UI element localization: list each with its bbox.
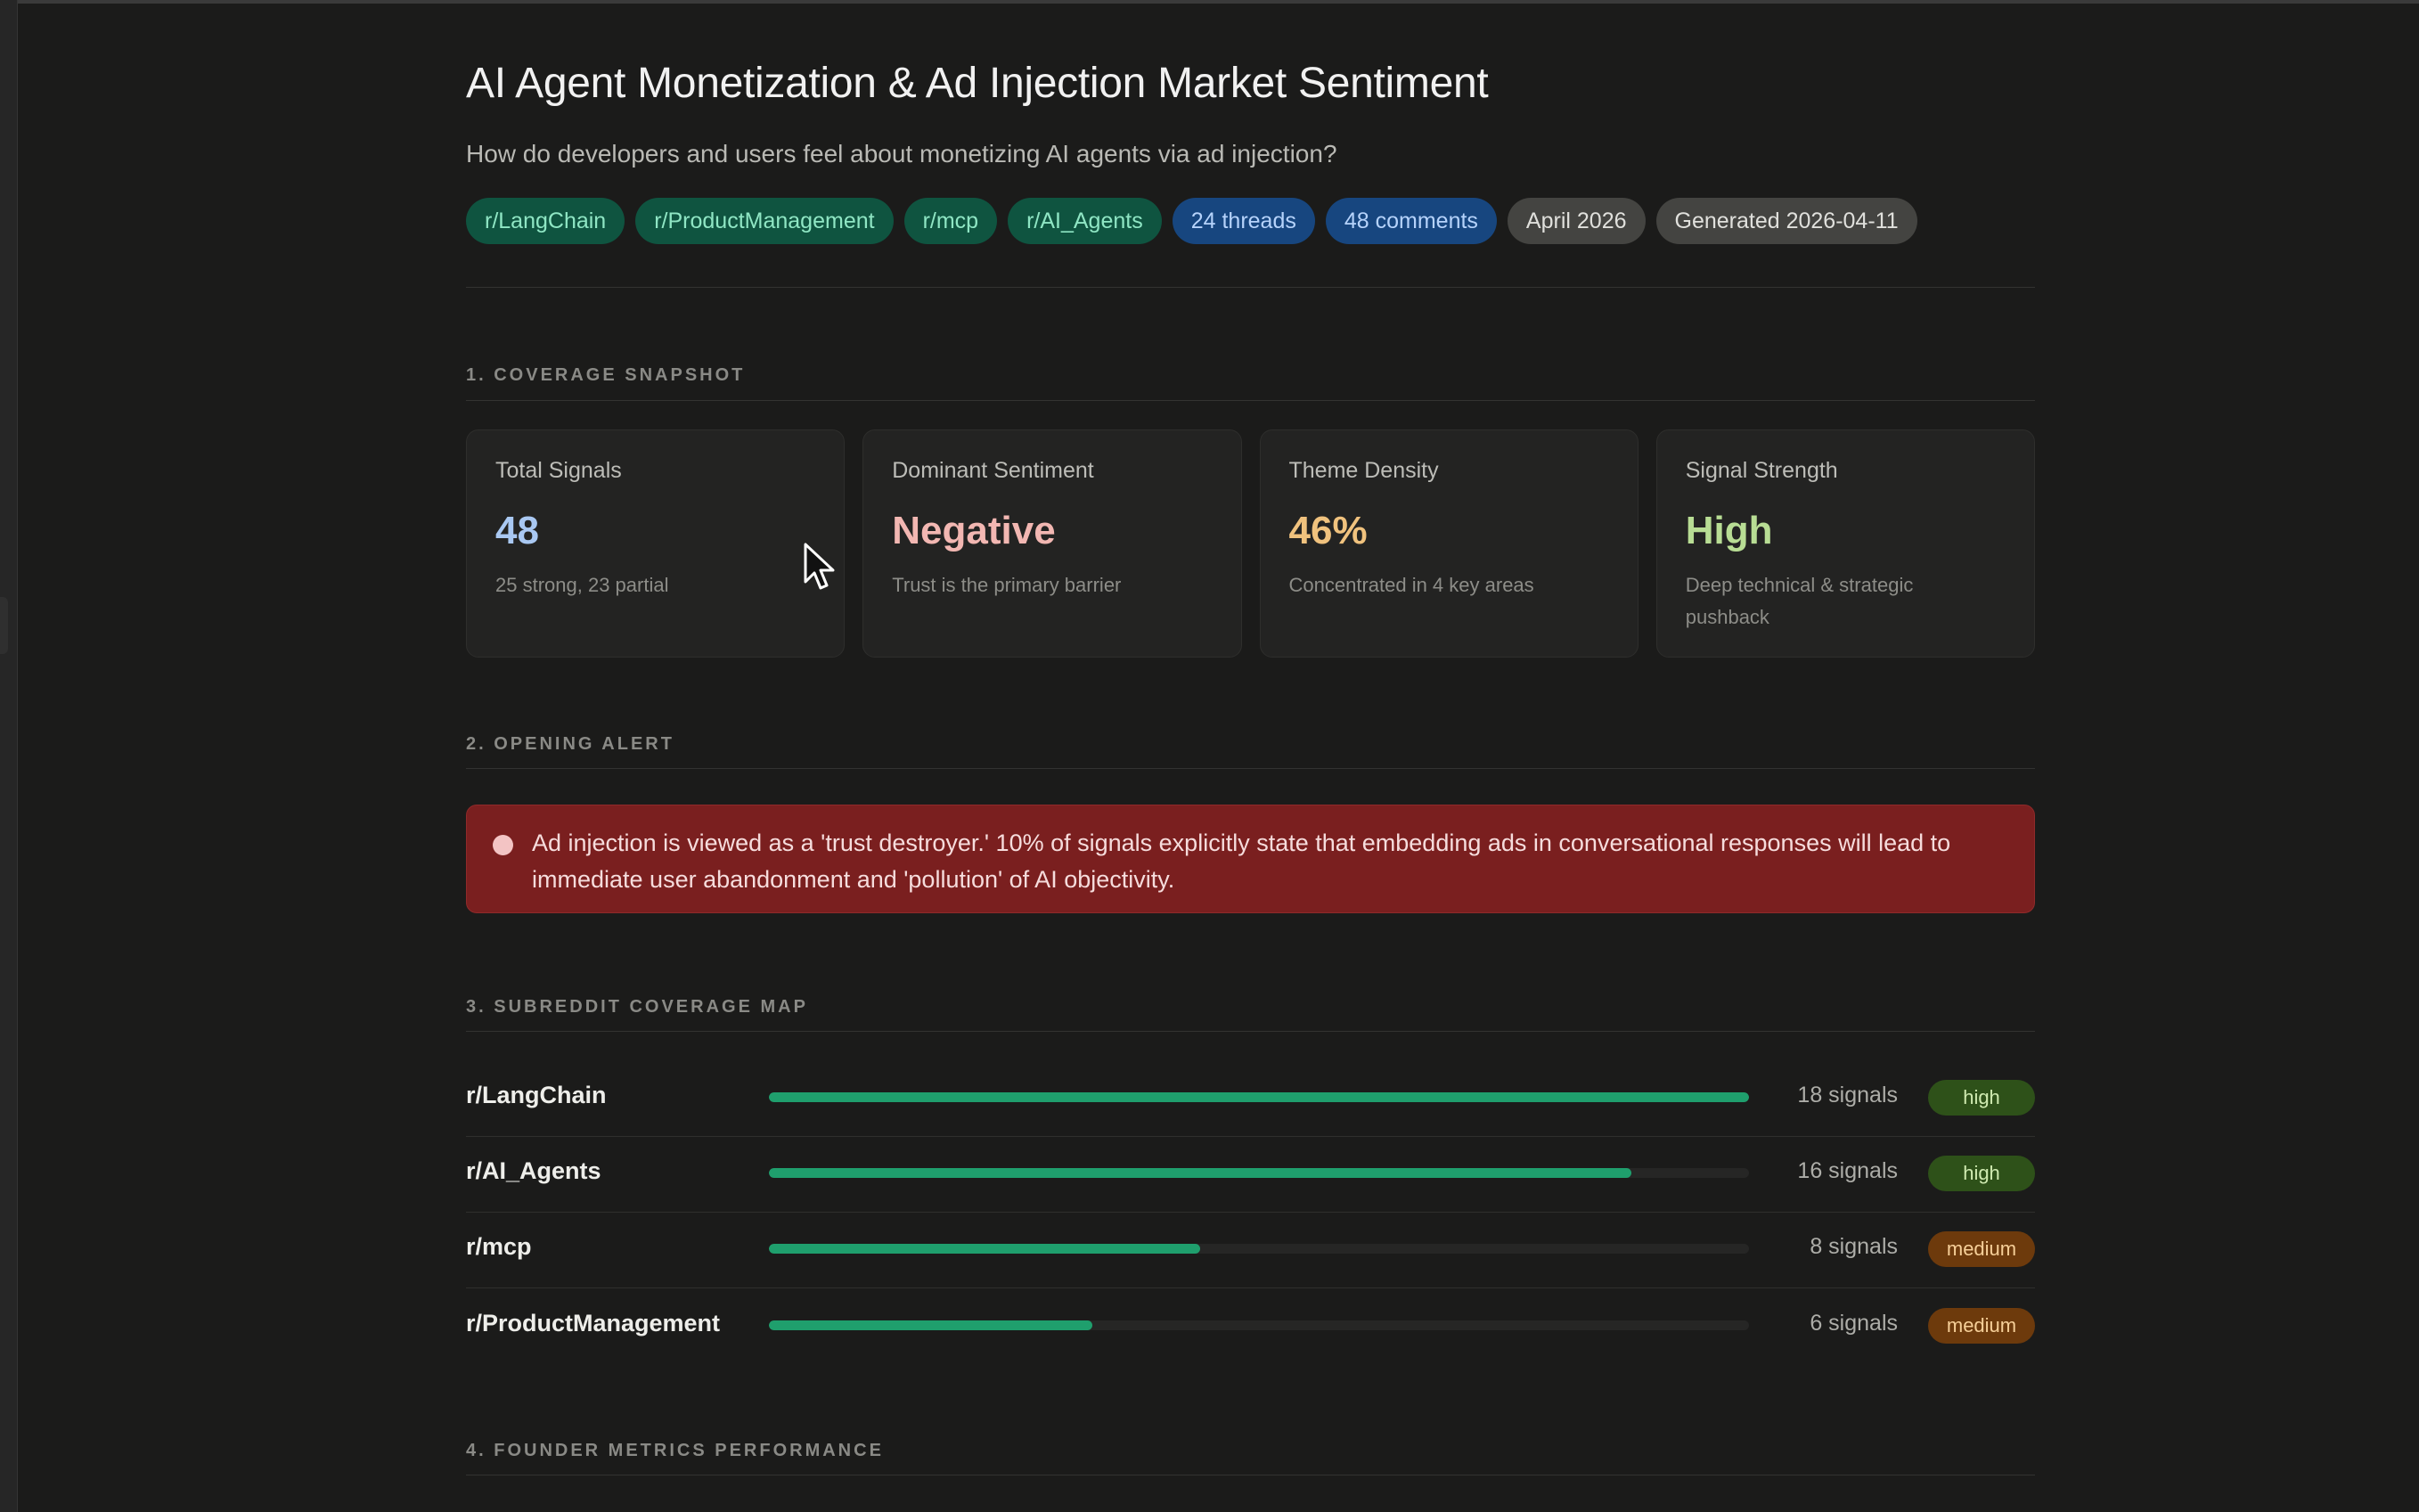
coverage-row-mcp: r/mcp 8 signals medium xyxy=(466,1212,2035,1288)
card-theme-density: Theme Density 46% Concentrated in 4 key … xyxy=(1259,429,1639,658)
card-subtext: Concentrated in 4 key areas xyxy=(1288,574,1534,596)
coverage-level-badge: high xyxy=(1928,1080,2035,1116)
card-label: Theme Density xyxy=(1288,458,1439,483)
card-signal-strength: Signal Strength High Deep technical & st… xyxy=(1655,429,2035,658)
snapshot-cards: Total Signals 48 25 strong, 23 partial D… xyxy=(466,429,2035,658)
alert-text: Ad injection is viewed as a 'trust destr… xyxy=(532,830,1951,893)
alert-dot-icon xyxy=(493,835,513,855)
section-title-opening-alert: 2. OPENING ALERT xyxy=(466,734,674,754)
coverage-level-badge: medium xyxy=(1928,1308,2035,1344)
coverage-signal-count: 18 signals xyxy=(1797,1083,1898,1107)
tag-period: April 2026 xyxy=(1507,198,1646,244)
coverage-bar-track xyxy=(769,1320,1749,1330)
mouse-cursor-icon xyxy=(804,543,835,590)
card-subtext: 25 strong, 23 partial xyxy=(495,574,669,596)
tag-subreddit-ai-agents: r/AI_Agents xyxy=(1008,198,1162,244)
section-title-founder-metrics: 4. FOUNDER METRICS PERFORMANCE xyxy=(466,1441,884,1460)
section-title-subreddit-coverage-map: 3. SUBREDDIT COVERAGE MAP xyxy=(466,997,808,1017)
section-divider xyxy=(466,1031,2035,1032)
tag-thread-count: 24 threads xyxy=(1172,198,1315,244)
card-value: High xyxy=(1685,509,1773,552)
coverage-row-langchain: r/LangChain 18 signals high xyxy=(466,1060,2035,1137)
card-value: 48 xyxy=(495,509,539,552)
tag-comment-count: 48 comments xyxy=(1325,198,1497,244)
coverage-subreddit-name: r/LangChain xyxy=(466,1082,607,1108)
tag-subreddit-productmanagement: r/ProductManagement xyxy=(635,198,894,244)
section-divider xyxy=(466,400,2035,401)
card-subtext: Trust is the primary barrier xyxy=(892,574,1122,596)
coverage-subreddit-name: r/mcp xyxy=(466,1233,532,1260)
window-top-border xyxy=(0,0,2419,4)
coverage-subreddit-name: r/ProductManagement xyxy=(466,1310,721,1336)
coverage-bar-fill xyxy=(769,1320,1092,1330)
card-value: 46% xyxy=(1288,509,1368,552)
header-divider xyxy=(466,287,2035,288)
page-subtitle: How do developers and users feel about m… xyxy=(466,140,1337,168)
coverage-bar-track xyxy=(769,1244,1749,1254)
tag-subreddit-langchain: r/LangChain xyxy=(466,198,625,244)
coverage-row-ai-agents: r/AI_Agents 16 signals high xyxy=(466,1136,2035,1213)
coverage-level-badge: medium xyxy=(1928,1231,2035,1267)
left-sidebar-rail xyxy=(0,0,18,1512)
card-dominant-sentiment: Dominant Sentiment Negative Trust is the… xyxy=(862,429,1242,658)
coverage-bar-track xyxy=(769,1092,1749,1102)
tag-list: r/LangChain r/ProductManagement r/mcp r/… xyxy=(466,198,1917,244)
section-title-coverage-snapshot: 1. COVERAGE SNAPSHOT xyxy=(466,365,746,385)
coverage-subreddit-name: r/AI_Agents xyxy=(466,1157,601,1184)
coverage-bar-fill xyxy=(769,1092,1749,1102)
coverage-level-badge: high xyxy=(1928,1156,2035,1191)
card-label: Total Signals xyxy=(495,458,622,483)
page-title: AI Agent Monetization & Ad Injection Mar… xyxy=(466,60,1489,107)
coverage-signal-count: 16 signals xyxy=(1797,1158,1898,1183)
opening-alert-banner: Ad injection is viewed as a 'trust destr… xyxy=(466,805,2035,913)
card-value: Negative xyxy=(892,509,1056,552)
coverage-bar-fill xyxy=(769,1168,1631,1178)
coverage-row-productmanagement: r/ProductManagement 6 signals medium xyxy=(466,1288,2035,1364)
coverage-signal-count: 8 signals xyxy=(1810,1234,1898,1259)
section-divider xyxy=(466,768,2035,769)
coverage-bar-track xyxy=(769,1168,1749,1178)
coverage-bar-fill xyxy=(769,1244,1200,1254)
card-total-signals: Total Signals 48 25 strong, 23 partial xyxy=(466,429,846,658)
card-label: Dominant Sentiment xyxy=(892,458,1094,483)
tag-generated-date: Generated 2026-04-11 xyxy=(1655,198,1917,244)
sidebar-resize-handle[interactable] xyxy=(0,597,8,654)
card-label: Signal Strength xyxy=(1685,458,1838,483)
tag-subreddit-mcp: r/mcp xyxy=(903,198,998,244)
card-subtext: Deep technical & strategic pushback xyxy=(1685,574,1914,628)
coverage-signal-count: 6 signals xyxy=(1810,1311,1898,1336)
